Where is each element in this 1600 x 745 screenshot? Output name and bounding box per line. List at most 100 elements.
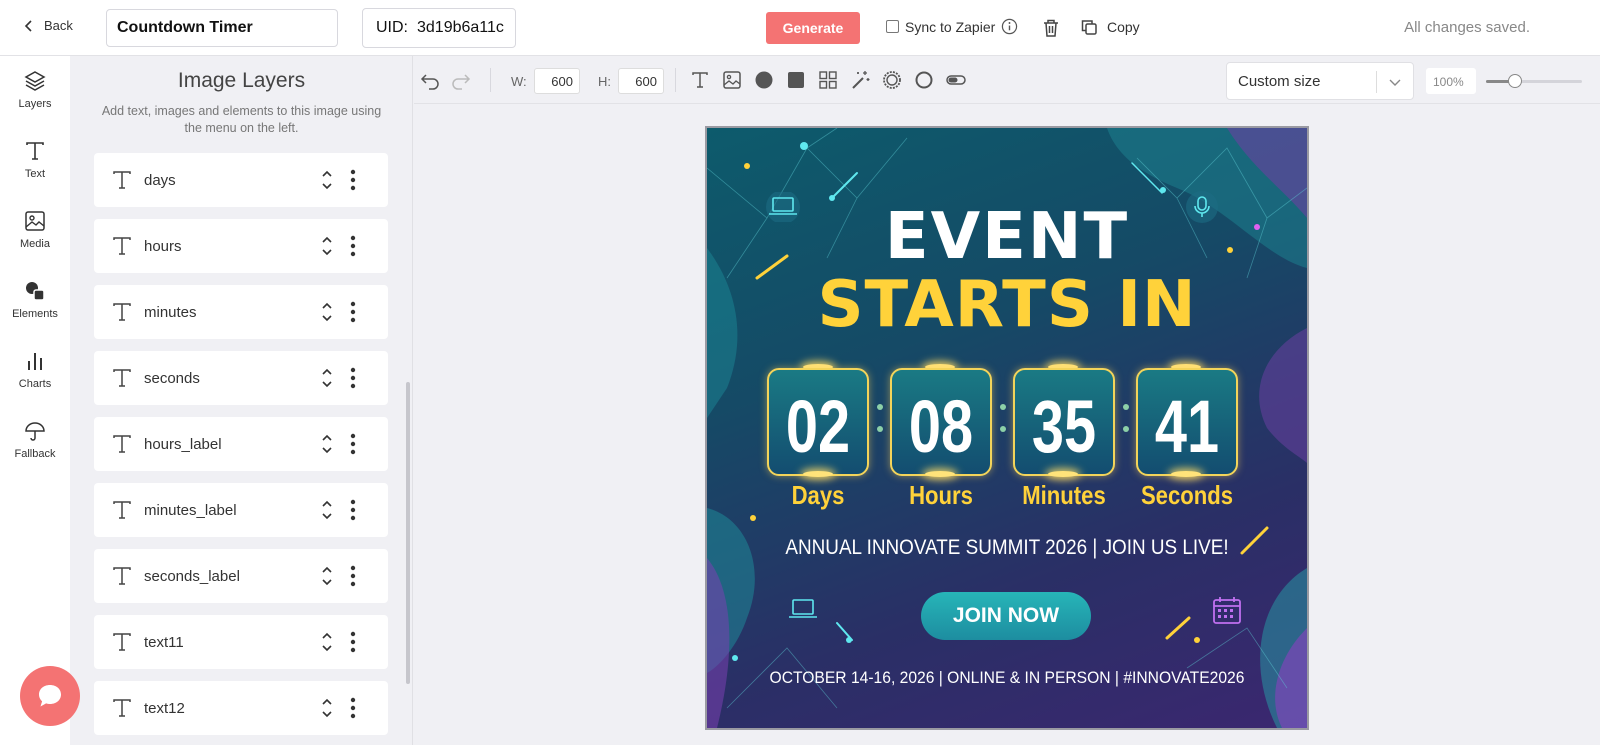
event-dates: OCTOBER 14-16, 2026 | ONLINE & IN PERSON… [769, 668, 1245, 687]
reorder-arrows-icon[interactable] [320, 431, 334, 457]
template-name-input[interactable] [106, 9, 338, 47]
add-circle-icon[interactable] [754, 70, 774, 90]
event-tagline: ANNUAL INNOVATE SUMMIT 2026 | JOIN US LI… [785, 536, 1229, 559]
zoom-level[interactable]: 100% [1426, 68, 1476, 94]
text-layer-icon [113, 369, 131, 387]
width-input[interactable] [534, 68, 580, 94]
layer-row[interactable]: text12 [94, 681, 388, 735]
text-icon [26, 142, 44, 160]
rail-label-charts: Charts [18, 378, 52, 390]
info-icon[interactable] [1001, 18, 1018, 35]
more-options-icon[interactable] [350, 169, 356, 191]
uid-label: UID: [376, 19, 408, 36]
reorder-arrows-icon[interactable] [320, 167, 334, 193]
image-icon [25, 211, 45, 231]
add-badge-icon[interactable] [882, 70, 902, 90]
rail-label-fallback: Fallback [14, 448, 56, 460]
layer-name: text11 [144, 634, 184, 651]
sync-zapier-toggle[interactable]: Sync to Zapier [886, 18, 1018, 35]
more-options-icon[interactable] [350, 433, 356, 455]
reorder-arrows-icon[interactable] [320, 497, 334, 523]
text-layer-icon [113, 633, 131, 651]
layer-row[interactable]: text11 [94, 615, 388, 669]
reorder-arrows-icon[interactable] [320, 299, 334, 325]
layer-name: hours_label [144, 436, 222, 453]
more-options-icon[interactable] [350, 499, 356, 521]
countdown-hours-value: 08 [908, 385, 974, 468]
magic-wand-icon[interactable] [850, 70, 870, 90]
add-toggle-icon[interactable] [946, 70, 966, 90]
text-layer-icon [113, 237, 131, 255]
rail-label-text: Text [24, 168, 46, 180]
layers-icon [24, 71, 46, 91]
more-options-icon[interactable] [350, 565, 356, 587]
height-input[interactable] [618, 68, 664, 94]
panel-title: Image Layers [177, 69, 306, 92]
copy-button[interactable]: Copy [1080, 18, 1140, 36]
shapes-icon [26, 282, 45, 301]
reorder-arrows-icon[interactable] [320, 695, 334, 721]
add-rectangle-icon[interactable] [786, 70, 806, 90]
layer-row[interactable]: minutes_label [94, 483, 388, 537]
chevron-left-icon [24, 19, 32, 32]
countdown-days-box: 02 [767, 368, 869, 476]
layer-row[interactable]: seconds [94, 351, 388, 405]
countdown-minutes-label: Minutes [1022, 480, 1106, 510]
countdown-days-label: Days [791, 480, 845, 510]
rail-label-layers: Layers [18, 98, 52, 110]
layer-row[interactable]: days [94, 153, 388, 207]
undo-icon[interactable] [420, 70, 440, 90]
layer-name: hours [144, 238, 182, 255]
rail-item-charts[interactable]: Charts [0, 336, 70, 404]
add-text-icon[interactable] [690, 70, 710, 90]
sync-zapier-label: Sync to Zapier [905, 18, 996, 35]
reorder-arrows-icon[interactable] [320, 233, 334, 259]
rail-item-text[interactable]: Text [0, 126, 70, 194]
rail-item-media[interactable]: Media [0, 196, 70, 264]
layer-name: minutes [144, 304, 197, 321]
rail-item-layers[interactable]: Layers [0, 56, 70, 124]
save-status: All changes saved. [1404, 19, 1530, 36]
add-grid-icon[interactable] [818, 70, 838, 90]
back-label: Back [44, 18, 73, 33]
generate-button[interactable]: Generate [766, 12, 860, 44]
chat-button[interactable] [20, 666, 80, 726]
join-now-button[interactable]: JOIN NOW [921, 592, 1091, 640]
layer-row[interactable]: minutes [94, 285, 388, 339]
add-image-icon[interactable] [722, 70, 742, 90]
canvas-size-select[interactable]: Custom size [1226, 62, 1414, 100]
design-canvas[interactable]: EVENT STARTS IN 02 08 35 41 Days Hours M… [705, 126, 1309, 730]
reorder-arrows-icon[interactable] [320, 629, 334, 655]
calendar-icon [1213, 597, 1241, 624]
more-options-icon[interactable] [350, 367, 356, 389]
reorder-arrows-icon[interactable] [320, 365, 334, 391]
zoom-slider-handle[interactable] [1507, 74, 1522, 88]
more-options-icon[interactable] [350, 697, 356, 719]
countdown-days-value: 02 [785, 385, 851, 468]
layer-row[interactable]: seconds_label [94, 549, 388, 603]
more-options-icon[interactable] [350, 301, 356, 323]
height-label: H: [598, 74, 611, 89]
layer-row[interactable]: hours [94, 219, 388, 273]
uid-value: 3d19b6a11c [417, 19, 504, 36]
reorder-arrows-icon[interactable] [320, 563, 334, 589]
redo-icon[interactable] [451, 70, 471, 90]
trash-icon[interactable] [1042, 18, 1060, 38]
panel-scrollbar[interactable] [406, 382, 410, 684]
canvas-toolbar: W: H: Custom size 100% [414, 56, 1600, 104]
countdown-hours-box: 08 [890, 368, 992, 476]
rail-item-fallback[interactable]: Fallback [0, 406, 70, 474]
text-layer-icon [113, 303, 131, 321]
rail-item-elements[interactable]: Elements [0, 266, 70, 334]
text-layer-icon [113, 567, 131, 585]
countdown-seconds-value: 41 [1154, 385, 1220, 468]
add-ring-icon[interactable] [914, 70, 934, 90]
top-bar: Back UID: 3d19b6a11c Generate Sync to Za… [0, 0, 1600, 56]
umbrella-icon [25, 422, 45, 441]
more-options-icon[interactable] [350, 631, 356, 653]
copy-label: Copy [1107, 19, 1140, 35]
layer-row[interactable]: hours_label [94, 417, 388, 471]
back-button[interactable]: Back [22, 18, 73, 33]
sync-zapier-checkbox[interactable] [886, 20, 899, 33]
more-options-icon[interactable] [350, 235, 356, 257]
